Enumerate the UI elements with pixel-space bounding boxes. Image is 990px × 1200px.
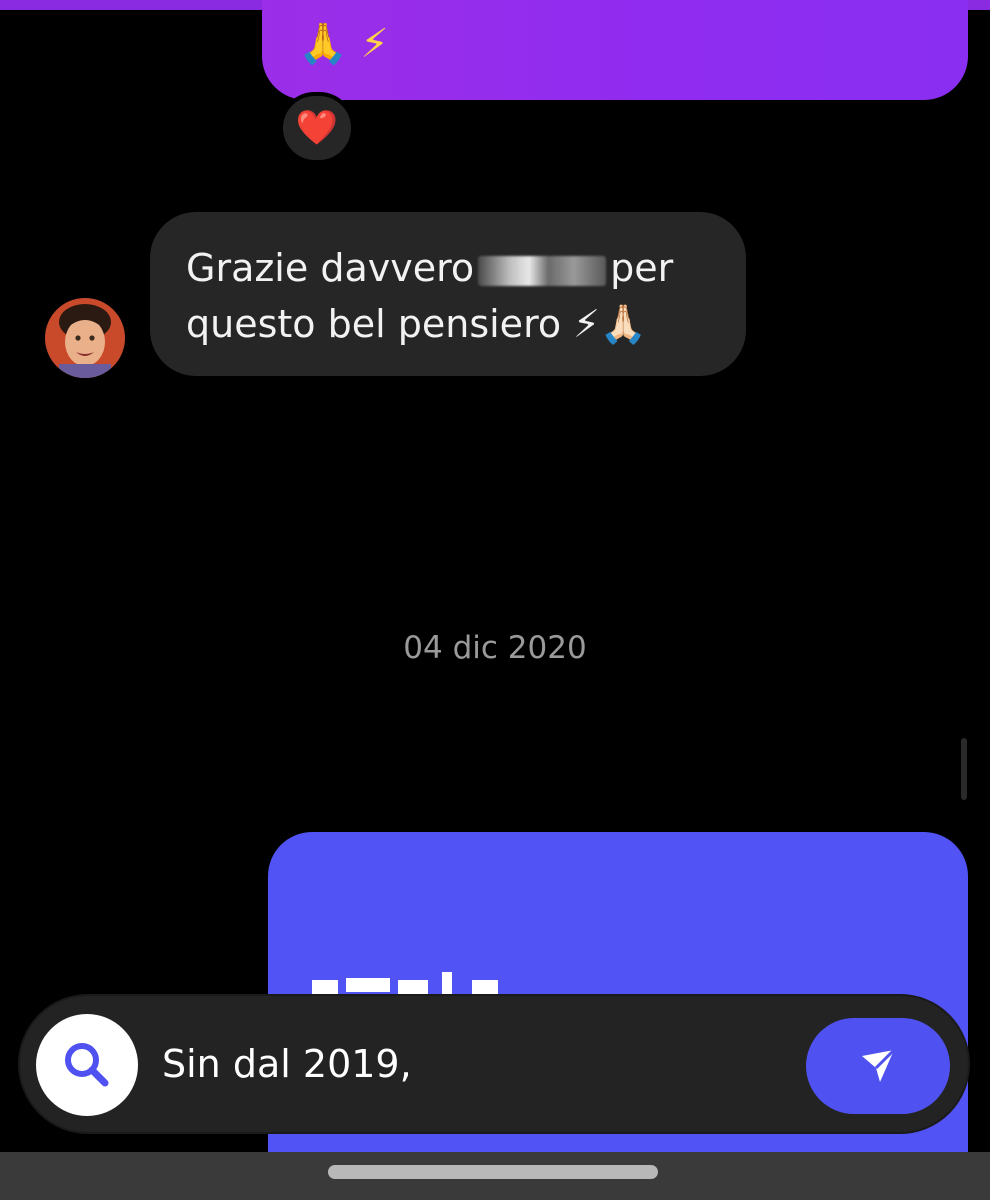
chat-screen: 🙏 ⚡ ❤️ Grazie davvero per questo bel pens… [0,0,990,1200]
card-partial-text [312,972,512,994]
received-message-line-2: questo bel pensiero ⚡🙏🏻 [186,302,648,346]
heart-icon: ❤️ [295,108,339,148]
message-input[interactable] [162,1034,792,1094]
search-icon [65,1043,109,1087]
sent-message-bubble[interactable]: 🙏 ⚡ [262,0,968,100]
search-button[interactable] [36,1014,138,1116]
scrollbar[interactable] [961,738,967,800]
received-text-end: per [610,246,674,290]
home-indicator[interactable] [328,1165,658,1179]
send-button[interactable] [806,1018,950,1114]
redacted-name [478,255,607,286]
sent-message-text: 🙏 ⚡ [298,21,389,67]
send-icon [862,1048,896,1082]
heart-reaction[interactable]: ❤️ [279,92,355,164]
date-separator: 04 dic 2020 [403,630,587,666]
avatar[interactable] [45,298,125,378]
message-composer [18,994,970,1134]
received-text-start: Grazie davvero [186,246,475,290]
avatar-photo [45,298,125,378]
received-message-bubble[interactable]: Grazie davvero per questo bel pensiero ⚡🙏… [150,212,746,376]
received-message-line-1: Grazie davvero per [186,240,710,296]
